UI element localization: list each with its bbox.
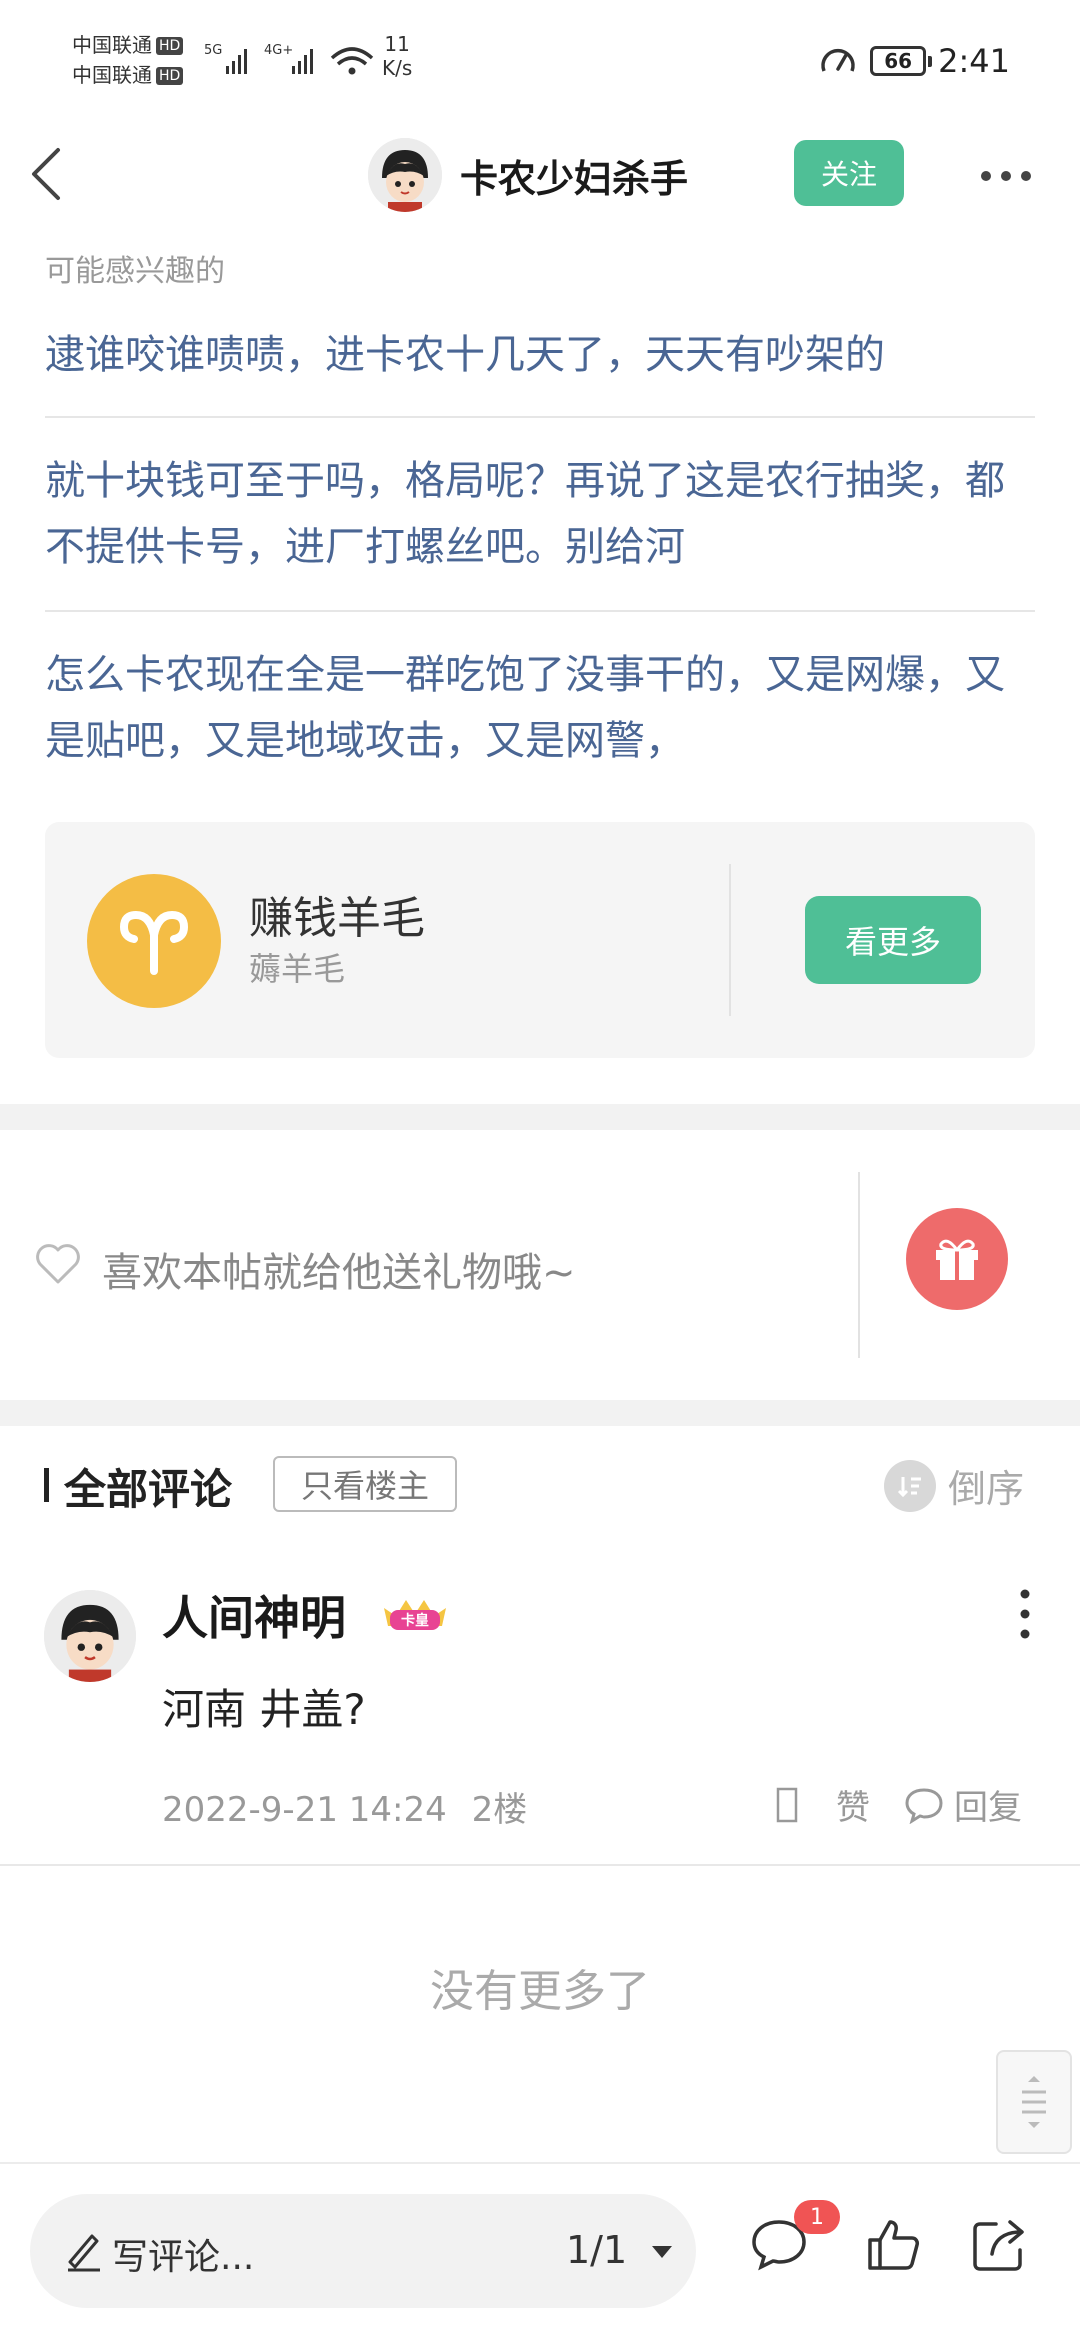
section-separator xyxy=(0,1400,1080,1426)
author-info[interactable]: 卡农少妇杀手 xyxy=(368,138,688,212)
hd-badge-2: HD xyxy=(156,67,184,85)
reply-button[interactable]: 回复 xyxy=(954,1780,1022,1829)
scroll-handle-icon xyxy=(1022,2076,1046,2128)
page-indicator[interactable]: 1/1 xyxy=(566,2228,627,2272)
group-name: 赚钱羊毛 xyxy=(249,893,425,944)
carrier-1: 中国联通 xyxy=(72,33,152,57)
sort-toggle[interactable]: 倒序 xyxy=(884,1458,1024,1513)
cartoon-avatar-icon xyxy=(44,1590,136,1682)
op-only-button[interactable]: 只看楼主 xyxy=(273,1456,457,1512)
hd-badge-1: HD xyxy=(156,37,184,55)
recommended-post-link[interactable]: 就十块钱可至于吗，格局呢？再说了这是农行抽奖，都不提供卡号，进厂打螺丝吧。别给河 xyxy=(45,448,1035,580)
like-icon[interactable] xyxy=(772,1785,802,1825)
badge-label: 卡皇 xyxy=(401,1612,429,1629)
share-icon[interactable] xyxy=(968,2214,1030,2276)
sort-icon xyxy=(884,1459,936,1512)
battery-icon: 66 xyxy=(870,46,933,76)
carrier-2: 中国联通 xyxy=(72,63,152,87)
follow-button[interactable]: 关注 xyxy=(794,140,904,206)
comment-meta: 2022-9-21 14:24 2楼 xyxy=(162,1782,527,1831)
scroll-handle[interactable] xyxy=(996,2050,1072,2154)
comment-body: 河南 井盖? xyxy=(162,1685,366,1734)
carrier-info: 中国联通 HD 中国联通 HD xyxy=(72,30,184,90)
recommended-post-link[interactable]: 逮谁咬谁啧啧，进卡农十几天了，天天有吵架的 xyxy=(45,322,1035,388)
like-button[interactable]: 赞 xyxy=(836,1780,870,1829)
clock: 2:41 xyxy=(938,42,1010,80)
status-right: 66 2:41 xyxy=(818,38,1010,84)
commenter-avatar[interactable] xyxy=(44,1590,136,1682)
comment-actions: 赞 回复 xyxy=(772,1780,1022,1829)
speedometer-icon xyxy=(821,48,855,72)
group-card[interactable]: 赚钱羊毛 薅羊毛 看更多 xyxy=(45,822,1035,1058)
divider xyxy=(45,416,1035,418)
recommended-title: 可能感兴趣的 xyxy=(45,254,225,289)
write-comment-placeholder: 写评论... xyxy=(112,2237,255,2278)
group-subtitle: 薅羊毛 xyxy=(249,950,346,988)
aries-icon xyxy=(87,874,221,1008)
net-speed-value: 11 xyxy=(384,32,410,56)
thumbs-up-icon[interactable] xyxy=(862,2214,924,2276)
heart-icon[interactable] xyxy=(34,1242,82,1286)
gift-icon xyxy=(936,1239,978,1280)
comment-timestamp: 2022-9-21 14:24 xyxy=(162,1790,447,1830)
section-separator xyxy=(0,1104,1080,1130)
gift-row: 喜欢本帖就给他送礼物哦~ xyxy=(0,1130,1080,1400)
reply-bubble-icon[interactable] xyxy=(904,1786,944,1824)
commenter-name[interactable]: 人间神明 xyxy=(162,1582,346,1648)
signal-icons: 5G 4G+ xyxy=(204,43,374,75)
see-more-button[interactable]: 看更多 xyxy=(805,896,981,984)
net-type-2-label: 4G+ xyxy=(264,43,293,58)
comment-item: 人间神明 卡皇 河南 井盖? 2022-9-21 14:24 2楼 赞 回复 xyxy=(0,1560,1080,1864)
comments-header: 全部评论 只看楼主 倒序 xyxy=(0,1426,1080,1542)
more-horizontal-icon[interactable] xyxy=(976,156,1036,196)
cartoon-avatar-icon xyxy=(368,138,442,212)
title-accent-bar xyxy=(44,1468,49,1502)
gift-prompt: 喜欢本帖就给他送礼物哦~ xyxy=(102,1250,576,1296)
post-header: 卡农少妇杀手 关注 xyxy=(0,118,1080,230)
more-vertical-icon[interactable] xyxy=(1010,1586,1040,1642)
comment-count-badge: 1 xyxy=(794,2200,840,2234)
author-name[interactable]: 卡农少妇杀手 xyxy=(460,148,688,203)
comment-floor: 2楼 xyxy=(471,1790,528,1830)
sort-label: 倒序 xyxy=(948,1467,1025,1511)
author-avatar[interactable] xyxy=(368,138,442,212)
divider xyxy=(0,1864,1080,1866)
write-comment-input[interactable]: 写评论... 1/1 xyxy=(30,2194,696,2308)
chevron-left-icon[interactable] xyxy=(22,144,72,204)
status-bar: 中国联通 HD 中国联通 HD 5G 4G+ 11 K/s 66 2:41 xyxy=(0,0,1080,118)
crown-badge-icon: 卡皇 xyxy=(384,1600,446,1630)
net-type-1-label: 5G xyxy=(204,43,222,58)
no-more-text: 没有更多了 xyxy=(430,1966,650,2017)
net-speed-unit: K/s xyxy=(382,56,413,80)
comments-title: 全部评论 xyxy=(64,1465,233,1514)
divider xyxy=(858,1172,860,1358)
caret-down-icon[interactable] xyxy=(650,2244,674,2260)
recommended-post-link[interactable]: 怎么卡农现在全是一群吃饱了没事干的，又是网爆，又是贴吧，又是地域攻击，又是网警， xyxy=(45,642,1035,774)
bottom-action-bar: 写评论... 1/1 1 xyxy=(0,2162,1080,2340)
divider xyxy=(729,864,731,1016)
net-speed: 11 K/s xyxy=(382,32,412,80)
pencil-icon xyxy=(68,2234,100,2272)
send-gift-button[interactable] xyxy=(906,1208,1008,1310)
divider xyxy=(45,610,1035,612)
